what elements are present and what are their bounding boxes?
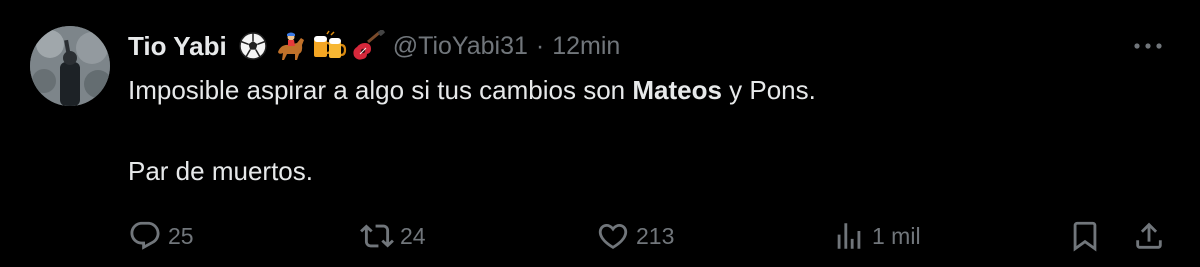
like-button[interactable]: 213 (596, 216, 674, 256)
repost-button[interactable]: 24 (360, 216, 426, 256)
name-emojis (235, 30, 385, 62)
tweet-text: Imposible aspirar a algo si tus cambios … (128, 72, 1158, 189)
action-bar: 25 24 213 1 mil (128, 216, 1178, 256)
heart-icon (598, 223, 628, 249)
more-dots-icon (1134, 43, 1162, 49)
user-handle[interactable]: @TioYabi31 (393, 32, 528, 61)
share-button[interactable] (1132, 216, 1166, 256)
bold-text: Mateos (632, 75, 722, 105)
share-icon (1136, 222, 1162, 249)
more-options-button[interactable] (1128, 34, 1168, 58)
tweet-header: Tio Yabi @TioYabi31 · 12min (128, 28, 620, 64)
reply-count: 25 (168, 222, 194, 249)
avatar-image (30, 26, 110, 106)
tweet[interactable]: Tio Yabi @TioYabi31 · 12min Imposible as… (0, 0, 1200, 267)
bookmark-icon (1073, 221, 1097, 252)
reply-button[interactable]: 25 (128, 216, 194, 256)
tweet-text-line-2: Par de muertos. (128, 156, 313, 186)
like-count: 213 (636, 222, 675, 249)
repost-icon (360, 224, 394, 248)
views-icon (837, 223, 861, 249)
tweet-text-line-1: Imposible aspirar a algo si tus cambios … (128, 75, 816, 105)
timestamp[interactable]: 12min (552, 32, 620, 61)
bookmark-button[interactable] (1068, 216, 1102, 256)
soccer-ball-icon (235, 30, 271, 62)
views-button[interactable]: 1 mil (832, 216, 921, 256)
avatar[interactable] (30, 26, 110, 106)
beer-mugs-icon (311, 30, 347, 62)
reply-icon (130, 221, 160, 250)
display-name[interactable]: Tio Yabi (128, 31, 227, 62)
guitar-icon (349, 30, 385, 62)
horse-racing-icon (273, 30, 309, 62)
repost-count: 24 (400, 222, 426, 249)
separator-dot: · (535, 31, 545, 60)
views-count: 1 mil (872, 222, 921, 249)
